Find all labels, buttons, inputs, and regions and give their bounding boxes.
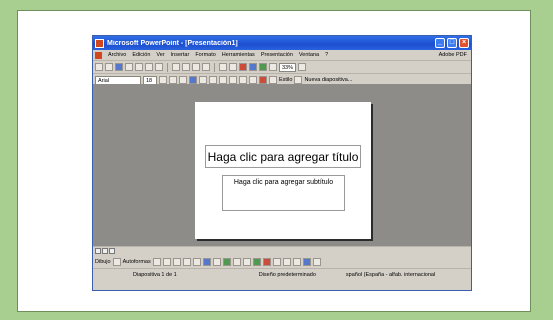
underline-icon[interactable] xyxy=(179,76,187,84)
new-slide-icon[interactable] xyxy=(294,76,303,84)
wordart-icon[interactable] xyxy=(202,257,211,266)
toolbar-divider xyxy=(167,62,168,72)
insert-chart-icon[interactable] xyxy=(239,63,247,71)
sorter-view-icon[interactable] xyxy=(102,248,108,254)
maximize-icon[interactable]: □ xyxy=(447,38,457,48)
language-status: spañol (España - alfab. internacional xyxy=(345,271,436,278)
line-style-icon[interactable] xyxy=(272,257,281,266)
powerpoint-window: Microsoft PowerPoint - [Presentación1] _… xyxy=(92,35,472,291)
select-objects-icon[interactable] xyxy=(112,257,121,266)
redo-icon[interactable] xyxy=(229,63,237,71)
slide-counter: Diapositiva 1 de 1 xyxy=(133,271,177,278)
title-placeholder[interactable]: Haga clic para agregar título xyxy=(205,145,361,168)
text-color-icon[interactable] xyxy=(262,257,271,266)
design-name: Diseño predeterminado xyxy=(258,271,316,278)
cut-icon[interactable] xyxy=(172,63,180,71)
align-right-icon[interactable] xyxy=(209,76,217,84)
subtitle-placeholder[interactable]: Haga clic para agregar subtítulo xyxy=(222,175,345,211)
textbox-icon[interactable] xyxy=(192,257,201,266)
document-icon[interactable] xyxy=(95,51,102,59)
insert-picture-icon[interactable] xyxy=(259,63,267,71)
grayscale-icon[interactable] xyxy=(269,63,277,71)
toolbar-divider xyxy=(214,62,215,72)
align-center-icon[interactable] xyxy=(199,76,207,84)
menu-formato[interactable]: Formato xyxy=(195,52,215,58)
menu-edicion[interactable]: Edición xyxy=(132,52,150,58)
menu-bar: Archivo Edición Ver Insertar Formato Her… xyxy=(93,50,471,61)
paste-icon[interactable] xyxy=(192,63,200,71)
new-slide-label[interactable]: Nueva diapositiva... xyxy=(304,77,352,83)
close-icon[interactable]: × xyxy=(459,38,469,48)
shadow-icon[interactable] xyxy=(302,257,311,266)
arrow-style-icon[interactable] xyxy=(292,257,301,266)
draw-menu[interactable]: Dibujo xyxy=(95,259,111,265)
image-icon[interactable] xyxy=(232,257,241,266)
spelling-icon[interactable] xyxy=(155,63,163,71)
drawing-toolbar: Dibujo Autoformas xyxy=(93,255,471,269)
save-icon[interactable] xyxy=(115,63,123,71)
insert-table-icon[interactable] xyxy=(249,63,257,71)
numbering-icon[interactable] xyxy=(219,76,227,84)
menu-ver[interactable]: Ver xyxy=(156,52,164,58)
preview-icon[interactable] xyxy=(145,63,153,71)
slide-canvas[interactable]: Haga clic para agregar título Haga clic … xyxy=(195,102,371,239)
email-icon[interactable] xyxy=(125,63,133,71)
normal-view-icon[interactable] xyxy=(95,248,101,254)
diagram-icon[interactable] xyxy=(212,257,221,266)
line-icon[interactable] xyxy=(152,257,161,266)
view-buttons-bar xyxy=(93,246,471,255)
align-left-icon[interactable] xyxy=(189,76,197,84)
style-icon[interactable] xyxy=(269,76,277,84)
dash-style-icon[interactable] xyxy=(282,257,291,266)
menu-ventana[interactable]: Ventana xyxy=(299,52,319,58)
indent-icon[interactable] xyxy=(249,76,257,84)
adobe-pdf-menu[interactable]: Adobe PDF xyxy=(439,52,467,58)
format-painter-icon[interactable] xyxy=(202,63,210,71)
menu-presentacion[interactable]: Presentación xyxy=(261,52,293,58)
standard-toolbar: 33% xyxy=(93,61,471,74)
oval-icon[interactable] xyxy=(182,257,191,266)
window-title: Microsoft PowerPoint - [Presentación1] xyxy=(107,39,238,47)
new-icon[interactable] xyxy=(95,63,103,71)
bold-icon[interactable] xyxy=(159,76,167,84)
italic-icon[interactable] xyxy=(169,76,177,84)
zoom-select[interactable]: 33% xyxy=(279,62,297,72)
3d-icon[interactable] xyxy=(312,257,321,266)
arrow-icon[interactable] xyxy=(162,257,171,266)
slide-workspace: Haga clic para agregar título Haga clic … xyxy=(93,84,471,246)
font-color-icon[interactable] xyxy=(259,76,267,84)
bullets-icon[interactable] xyxy=(229,76,237,84)
rectangle-icon[interactable] xyxy=(172,257,181,266)
menu-archivo[interactable]: Archivo xyxy=(108,52,126,58)
print-icon[interactable] xyxy=(135,63,143,71)
copy-icon[interactable] xyxy=(182,63,190,71)
menu-help[interactable]: ? xyxy=(325,52,328,58)
title-bar[interactable]: Microsoft PowerPoint - [Presentación1] _… xyxy=(93,36,471,50)
undo-icon[interactable] xyxy=(219,63,227,71)
menu-insertar[interactable]: Insertar xyxy=(171,52,190,58)
powerpoint-icon xyxy=(95,38,104,48)
minimize-icon[interactable]: _ xyxy=(435,38,445,48)
help-icon[interactable] xyxy=(298,63,307,71)
line-color-icon[interactable] xyxy=(252,257,261,266)
font-grow-icon[interactable] xyxy=(239,76,247,84)
fill-color-icon[interactable] xyxy=(242,257,251,266)
status-bar: Diapositiva 1 de 1 Diseño predeterminado… xyxy=(93,269,471,280)
open-icon[interactable] xyxy=(105,63,113,71)
style-label[interactable]: Estilo xyxy=(279,77,292,83)
autoshapes-menu[interactable]: Autoformas xyxy=(123,259,151,265)
menu-herramientas[interactable]: Herramientas xyxy=(222,52,255,58)
clipart-icon[interactable] xyxy=(222,257,231,266)
slideshow-view-icon[interactable] xyxy=(109,248,115,254)
